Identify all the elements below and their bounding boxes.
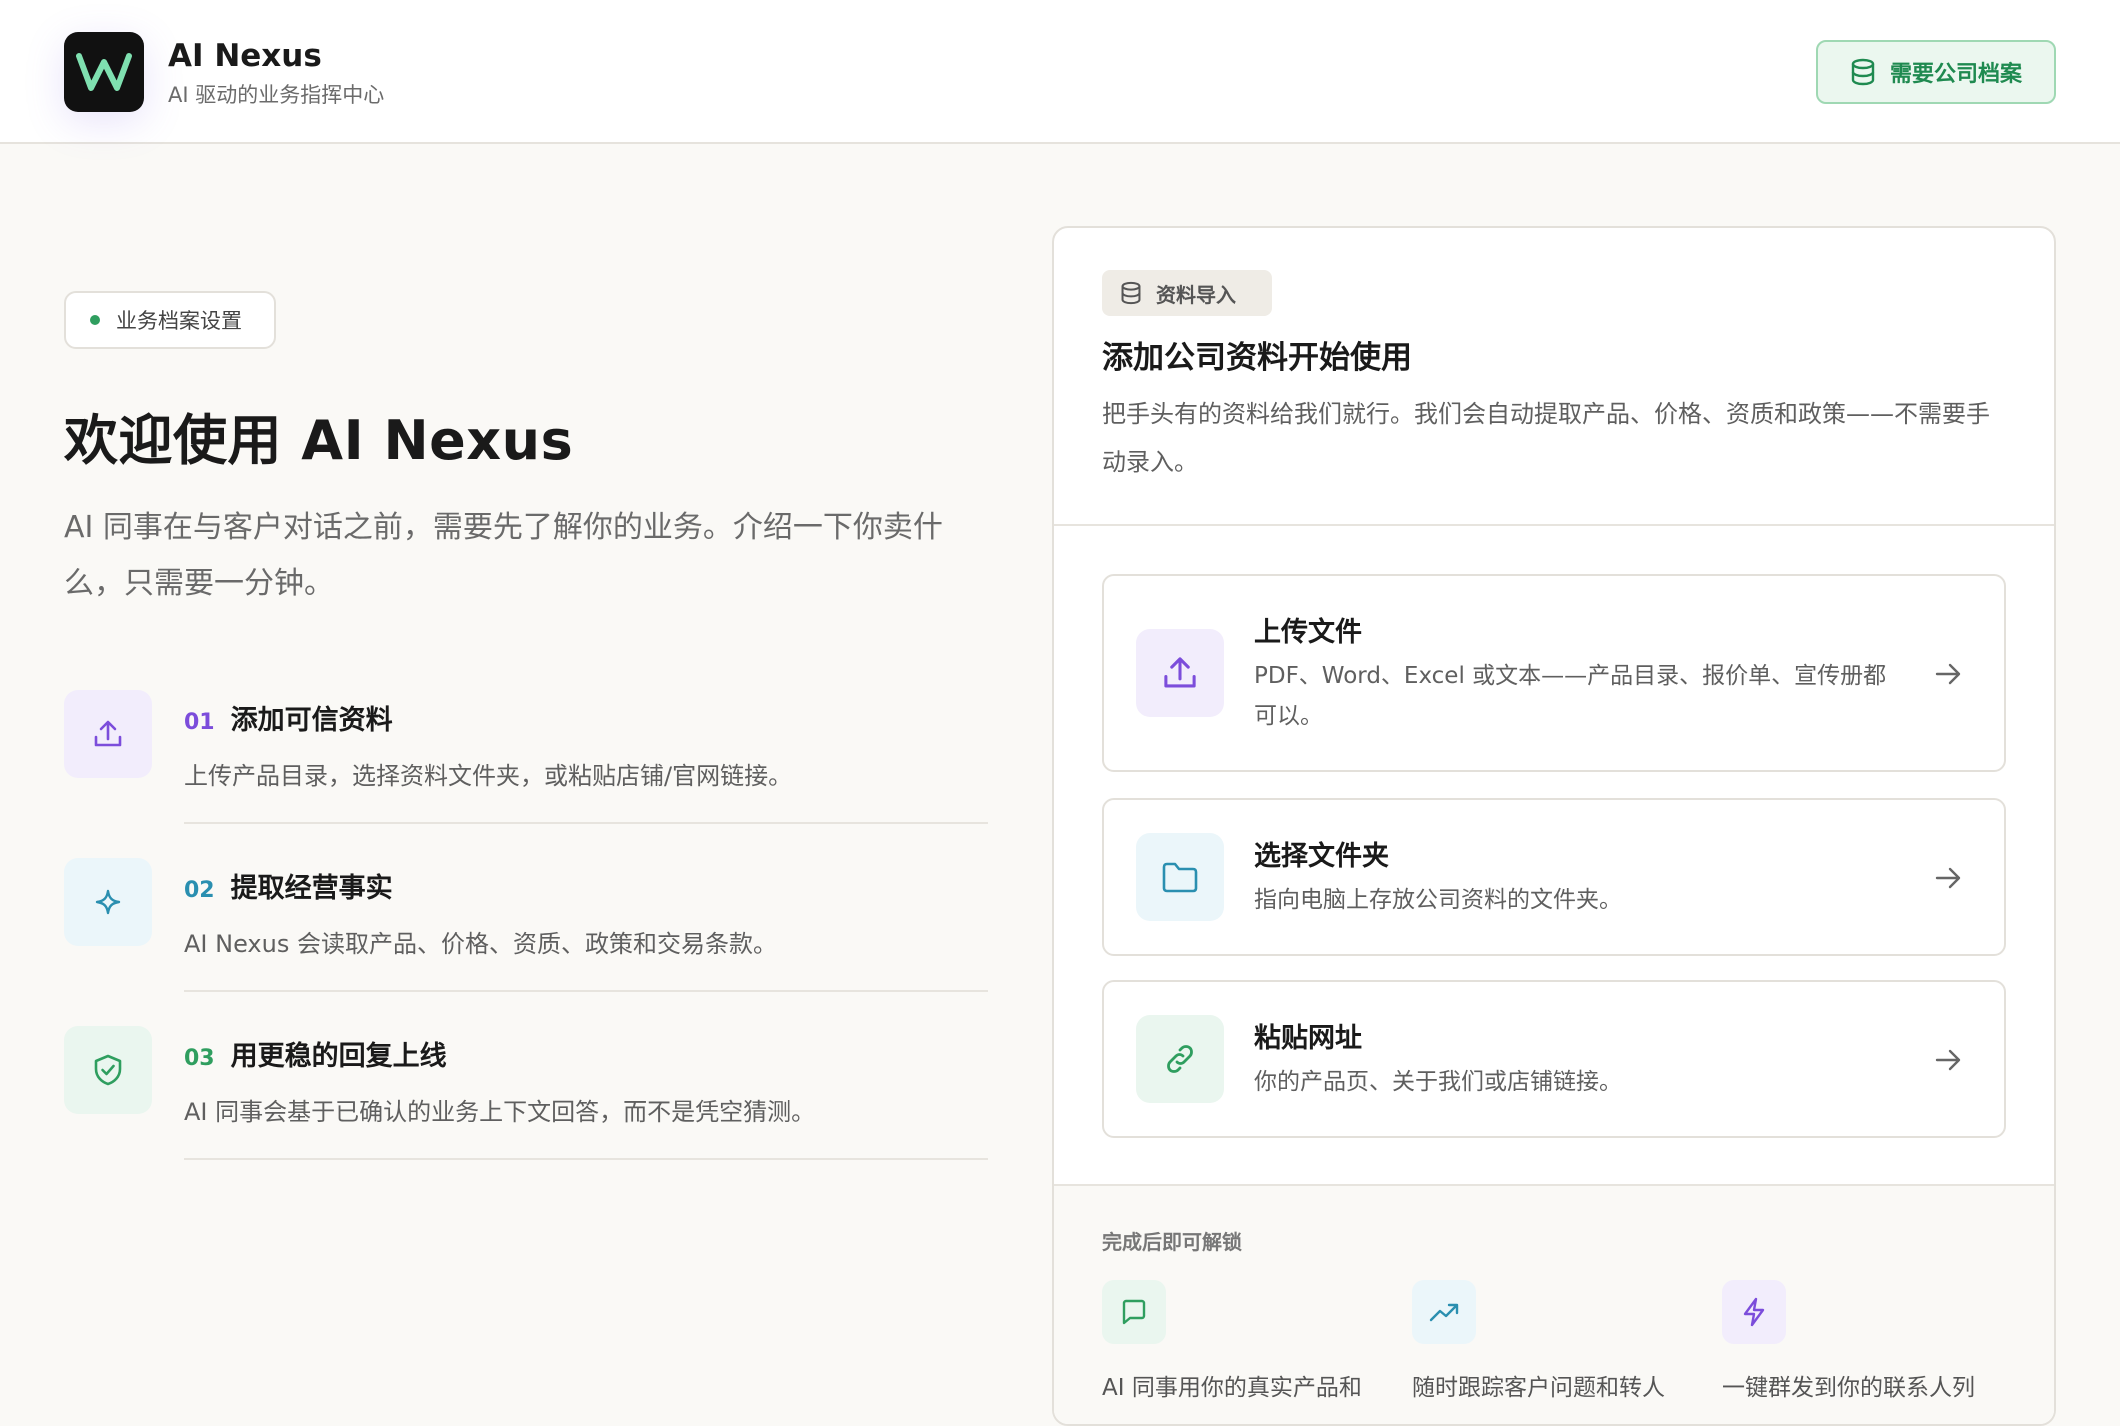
unlock-text: AI 同事用你的真实产品和 xyxy=(1102,1375,1362,1401)
link-icon xyxy=(1136,1015,1224,1103)
import-tag: 资料导入 xyxy=(1102,270,1272,316)
trending-up-icon xyxy=(1412,1280,1476,1344)
app-title: AI Nexus xyxy=(168,38,322,74)
option-title: 上传文件 xyxy=(1254,617,1362,648)
sparkle-icon xyxy=(64,858,152,946)
folder-icon xyxy=(1136,833,1224,921)
option-description: 你的产品页、关于我们或店铺链接。 xyxy=(1254,1069,1622,1095)
company-profile-button-label: 需要公司档案 xyxy=(1889,62,2022,87)
upload-icon xyxy=(64,690,152,778)
option-title: 粘贴网址 xyxy=(1254,1023,1362,1054)
step-description: AI 同事会基于已确认的业务上下文回答，而不是凭空猜测。 xyxy=(184,1098,816,1126)
shield-check-icon xyxy=(64,1026,152,1114)
app-logo xyxy=(64,32,144,112)
step-number: 01 xyxy=(184,710,215,735)
company-profile-button[interactable]: 需要公司档案 xyxy=(1816,40,2056,104)
status-dot-icon xyxy=(90,315,100,325)
card-description: 把手头有的资料给我们就行。我们会自动提取产品、价格、资质和政策——不需要手动录入… xyxy=(1102,400,1990,476)
step-number: 03 xyxy=(184,1046,215,1071)
step-number: 02 xyxy=(184,878,215,903)
divider xyxy=(184,1158,988,1160)
app-header: AI Nexus AI 驱动的业务指挥中心 需要公司档案 xyxy=(0,0,2120,144)
page-title: 欢迎使用 AI Nexus xyxy=(64,409,574,472)
unlock-text: 一键群发到你的联系人列 xyxy=(1722,1375,1975,1401)
option-description: 指向电脑上存放公司资料的文件夹。 xyxy=(1254,887,1622,913)
message-icon xyxy=(1102,1280,1166,1344)
card-title: 添加公司资料开始使用 xyxy=(1102,340,1412,376)
setup-badge: 业务档案设置 xyxy=(64,291,276,349)
wave-logo-icon xyxy=(76,53,132,91)
arrow-right-icon xyxy=(1935,663,1961,685)
page-description: AI 同事在与客户对话之前，需要先了解你的业务。介绍一下你卖什么，只需要一分钟。 xyxy=(64,510,943,601)
paste-url-option[interactable]: 粘贴网址 你的产品页、关于我们或店铺链接。 xyxy=(1102,980,2006,1138)
unlock-item: 随时跟踪客户问题和转人 xyxy=(1412,1280,1665,1401)
unlock-section: 完成后即可解锁 AI 同事用你的真实产品和 随时跟踪客户问题和转人 一键群发到你… xyxy=(1054,1184,2054,1424)
unlock-text: 随时跟踪客户问题和转人 xyxy=(1412,1375,1665,1401)
step-description: 上传产品目录，选择资料文件夹，或粘贴店铺/官网链接。 xyxy=(184,762,793,790)
select-folder-option[interactable]: 选择文件夹 指向电脑上存放公司资料的文件夹。 xyxy=(1102,798,2006,956)
unlock-label: 完成后即可解锁 xyxy=(1102,1230,1242,1254)
lightning-icon xyxy=(1722,1280,1786,1344)
arrow-right-icon xyxy=(1935,1049,1961,1071)
arrow-right-icon xyxy=(1935,867,1961,889)
import-card: 资料导入 添加公司资料开始使用 把手头有的资料给我们就行。我们会自动提取产品、价… xyxy=(1052,226,2056,1426)
step-description: AI Nexus 会读取产品、价格、资质、政策和交易条款。 xyxy=(184,930,777,958)
upload-icon xyxy=(1136,629,1224,717)
divider xyxy=(1054,524,2054,526)
upload-file-option[interactable]: 上传文件 PDF、Word、Excel 或文本——产品目录、报价单、宣传册都可以… xyxy=(1102,574,2006,772)
database-icon xyxy=(1121,281,1141,305)
database-icon xyxy=(1851,58,1875,86)
divider xyxy=(184,822,988,824)
unlock-item: 一键群发到你的联系人列 xyxy=(1722,1280,1975,1401)
setup-badge-label: 业务档案设置 xyxy=(116,309,242,333)
option-title: 选择文件夹 xyxy=(1254,841,1389,872)
option-description: PDF、Word、Excel 或文本——产品目录、报价单、宣传册都可以。 xyxy=(1254,663,1887,729)
step-title: 提取经营事实 xyxy=(230,873,393,904)
unlock-item: AI 同事用你的真实产品和 xyxy=(1102,1280,1362,1401)
divider xyxy=(184,990,988,992)
step-title: 添加可信资料 xyxy=(230,705,393,736)
app-subtitle: AI 驱动的业务指挥中心 xyxy=(168,83,385,107)
import-tag-label: 资料导入 xyxy=(1156,282,1236,307)
step-title: 用更稳的回复上线 xyxy=(230,1041,447,1072)
